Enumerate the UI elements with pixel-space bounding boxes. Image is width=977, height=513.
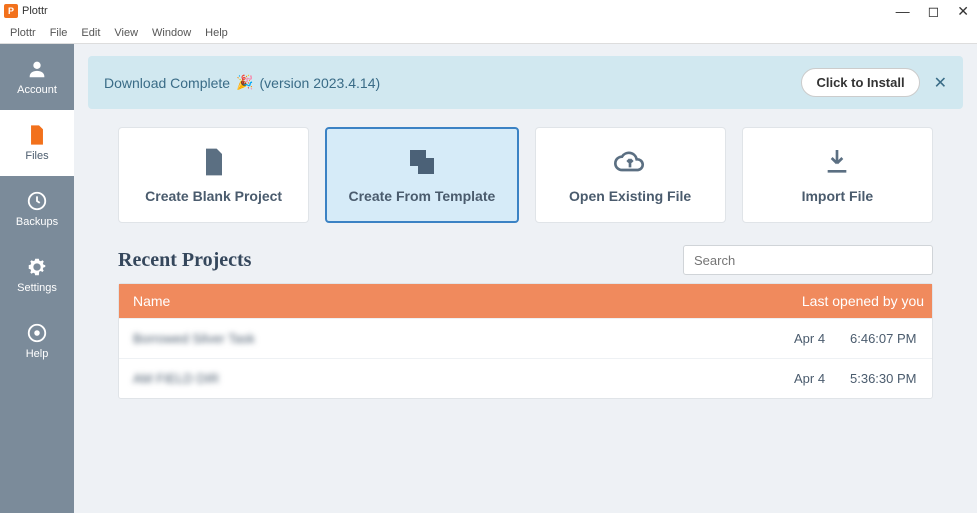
sidebar-item-files[interactable]: Files xyxy=(0,110,74,176)
menu-help[interactable]: Help xyxy=(205,27,228,39)
cell-time: 6:46:07 PM xyxy=(850,331,932,346)
blank-file-icon xyxy=(198,146,230,178)
sidebar-item-account[interactable]: Account xyxy=(0,44,74,110)
col-name[interactable]: Name xyxy=(119,293,794,309)
content-area: Download Complete 🎉 (version 2023.4.14) … xyxy=(74,44,977,513)
cell-date: Apr 4 xyxy=(794,331,850,346)
sidebar-item-settings[interactable]: Settings xyxy=(0,242,74,308)
menubar: Plottr File Edit View Window Help xyxy=(0,22,977,44)
template-icon xyxy=(406,146,438,178)
menu-window[interactable]: Window xyxy=(152,27,191,39)
window-titlebar: P Plottr — ◻ ✕ xyxy=(0,0,977,22)
table-row[interactable]: Borrowed Silver Task Apr 4 6:46:07 PM xyxy=(119,318,932,358)
gear-icon xyxy=(26,256,48,278)
card-import-file[interactable]: Import File xyxy=(742,127,933,223)
menu-file[interactable]: File xyxy=(50,27,68,39)
col-opened[interactable]: Last opened by you xyxy=(794,293,932,309)
banner-text: Download Complete xyxy=(104,75,230,91)
close-icon[interactable]: ✕ xyxy=(957,3,969,20)
menu-edit[interactable]: Edit xyxy=(81,27,100,39)
card-open-existing[interactable]: Open Existing File xyxy=(535,127,726,223)
cell-name: AM FIELD DIR xyxy=(119,371,794,386)
table-row[interactable]: AM FIELD DIR Apr 4 5:36:30 PM xyxy=(119,358,932,398)
banner-version: (version 2023.4.14) xyxy=(260,75,381,91)
banner-close-icon[interactable]: ✕ xyxy=(934,73,947,93)
help-icon xyxy=(26,322,48,344)
card-create-blank[interactable]: Create Blank Project xyxy=(118,127,309,223)
maximize-icon[interactable]: ◻ xyxy=(928,3,940,20)
sidebar: Account Files Backups Settings Help xyxy=(0,44,74,513)
menu-view[interactable]: View xyxy=(114,27,138,39)
cell-date: Apr 4 xyxy=(794,371,850,386)
card-label: Create Blank Project xyxy=(145,188,282,204)
table-header: Name Last opened by you xyxy=(119,284,932,318)
recent-projects-title: Recent Projects xyxy=(118,249,251,272)
cell-name: Borrowed Silver Task xyxy=(119,331,794,346)
update-banner: Download Complete 🎉 (version 2023.4.14) … xyxy=(88,56,963,109)
cloud-upload-icon xyxy=(614,146,646,178)
recent-table: Name Last opened by you Borrowed Silver … xyxy=(118,283,933,399)
clock-icon xyxy=(26,190,48,212)
card-label: Open Existing File xyxy=(569,188,691,204)
sidebar-item-label: Files xyxy=(25,150,48,162)
sidebar-item-label: Settings xyxy=(17,282,57,294)
search-input[interactable] xyxy=(683,245,933,275)
file-icon xyxy=(26,124,48,146)
app-logo: P xyxy=(4,4,18,18)
party-icon: 🎉 xyxy=(236,74,253,91)
card-label: Create From Template xyxy=(348,188,495,204)
download-icon xyxy=(821,146,853,178)
window-title: Plottr xyxy=(22,5,48,17)
cell-time: 5:36:30 PM xyxy=(850,371,932,386)
minimize-icon[interactable]: — xyxy=(896,3,910,20)
action-cards: Create Blank Project Create From Templat… xyxy=(118,127,933,223)
menu-plottr[interactable]: Plottr xyxy=(10,27,36,39)
install-button[interactable]: Click to Install xyxy=(801,68,919,97)
sidebar-item-label: Help xyxy=(26,348,49,360)
sidebar-item-backups[interactable]: Backups xyxy=(0,176,74,242)
user-icon xyxy=(26,58,48,80)
card-label: Import File xyxy=(802,188,874,204)
sidebar-item-label: Account xyxy=(17,84,57,96)
sidebar-item-help[interactable]: Help xyxy=(0,308,74,374)
card-create-template[interactable]: Create From Template xyxy=(325,127,518,223)
sidebar-item-label: Backups xyxy=(16,216,58,228)
